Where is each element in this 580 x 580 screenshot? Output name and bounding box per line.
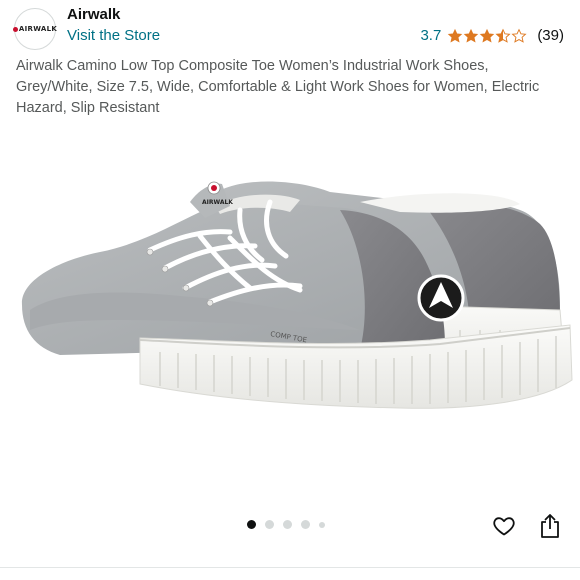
- star-full-icon: [448, 28, 463, 42]
- review-count: (39): [537, 27, 564, 44]
- brand-name[interactable]: Airwalk: [67, 6, 120, 23]
- visit-store-link[interactable]: Visit the Store: [67, 27, 160, 44]
- rating-score: 3.7: [420, 27, 442, 44]
- share-icon[interactable]: [540, 513, 560, 539]
- star-empty-icon: [511, 28, 527, 43]
- star-half-icon: [495, 28, 511, 43]
- brand-logo-wordmark: AIRWALK: [12, 25, 58, 33]
- star-full-icon: [480, 28, 495, 42]
- heart-icon[interactable]: [492, 514, 516, 538]
- logo-mark-icon: [12, 26, 18, 32]
- star-full-icon: [464, 28, 479, 42]
- carousel-dot[interactable]: [265, 520, 274, 529]
- carousel-dot[interactable]: [319, 521, 325, 528]
- bottom-divider: [0, 567, 580, 568]
- rating-summary[interactable]: 3.7 (39): [420, 27, 564, 44]
- tongue-label: AIRWALK: [202, 199, 233, 206]
- carousel-dot[interactable]: [247, 520, 256, 529]
- logo-text: AIRWALK: [18, 25, 58, 33]
- star-rating: [447, 28, 527, 44]
- brand-logo[interactable]: AIRWALK: [12, 8, 58, 50]
- store-header: AIRWALK Airwalk Visit the Store 3.7 (39): [0, 0, 580, 50]
- carousel-dot[interactable]: [283, 520, 292, 529]
- product-image[interactable]: AIRWALK COMP TOE: [0, 140, 580, 525]
- carousel-dot[interactable]: [301, 520, 310, 529]
- product-title: Airwalk Camino Low Top Composite Toe Wom…: [16, 58, 540, 116]
- carousel-indicator[interactable]: [247, 520, 325, 529]
